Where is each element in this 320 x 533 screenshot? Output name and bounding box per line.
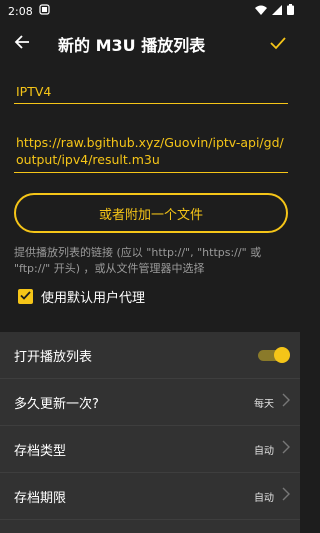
url-hint: 提供播放列表的链接 (应以 "http://", "https://" 或 "f… bbox=[14, 246, 262, 275]
setting-value: 每天 bbox=[254, 398, 274, 410]
user-agent-label: 使用默认用户代理 bbox=[41, 291, 146, 306]
check-icon bbox=[270, 35, 286, 54]
status-bar: 2:08 bbox=[0, 0, 300, 22]
wifi-icon bbox=[255, 5, 267, 18]
confirm-button[interactable] bbox=[256, 22, 300, 66]
playlist-url-field[interactable]: https://raw.bgithub.xyz/Guovin/iptv-api/… bbox=[14, 130, 288, 173]
arrow-left-icon bbox=[14, 34, 30, 54]
user-agent-option[interactable]: 使用默认用户代理 bbox=[14, 287, 288, 306]
chevron-right-icon bbox=[282, 440, 290, 458]
setting-archive-period[interactable]: 存档期限 自动 bbox=[0, 473, 300, 520]
back-button[interactable] bbox=[0, 22, 44, 66]
chevron-right-icon bbox=[282, 393, 290, 411]
setting-value: 自动 bbox=[254, 445, 274, 457]
battery-icon bbox=[287, 4, 294, 18]
setting-archive-type[interactable]: 存档类型 自动 bbox=[0, 426, 300, 473]
notification-icon bbox=[39, 4, 50, 18]
setting-value: 自动 bbox=[254, 492, 274, 504]
signal-icon bbox=[272, 4, 282, 18]
open-playlist-toggle[interactable] bbox=[256, 346, 290, 364]
user-agent-checkbox[interactable] bbox=[18, 289, 33, 304]
setting-update-frequency[interactable]: 多久更新一次? 每天 bbox=[0, 379, 300, 426]
app-bar: 新的 M3U 播放列表 bbox=[0, 22, 300, 66]
setting-open-playlist[interactable]: 打开播放列表 bbox=[0, 332, 300, 379]
page-title: 新的 M3U 播放列表 bbox=[58, 36, 206, 55]
attach-file-button[interactable]: 或者附加一个文件 bbox=[14, 193, 288, 233]
toggle-thumb bbox=[274, 347, 290, 363]
setting-label: 多久更新一次? bbox=[14, 396, 99, 412]
status-time: 2:08 bbox=[8, 4, 33, 18]
setting-label: 存档期限 bbox=[14, 490, 67, 506]
settings-panel: 打开播放列表 多久更新一次? 每天 存档类型 自动 存档期限 自动 bbox=[0, 332, 300, 533]
setting-label: 存档类型 bbox=[14, 443, 67, 459]
check-icon bbox=[20, 289, 31, 304]
playlist-name-field[interactable]: IPTV4 bbox=[14, 80, 288, 104]
chevron-right-icon bbox=[282, 487, 290, 505]
playlist-form: IPTV4 https://raw.bgithub.xyz/Guovin/ipt… bbox=[0, 80, 300, 306]
setting-label: 打开播放列表 bbox=[14, 349, 93, 365]
